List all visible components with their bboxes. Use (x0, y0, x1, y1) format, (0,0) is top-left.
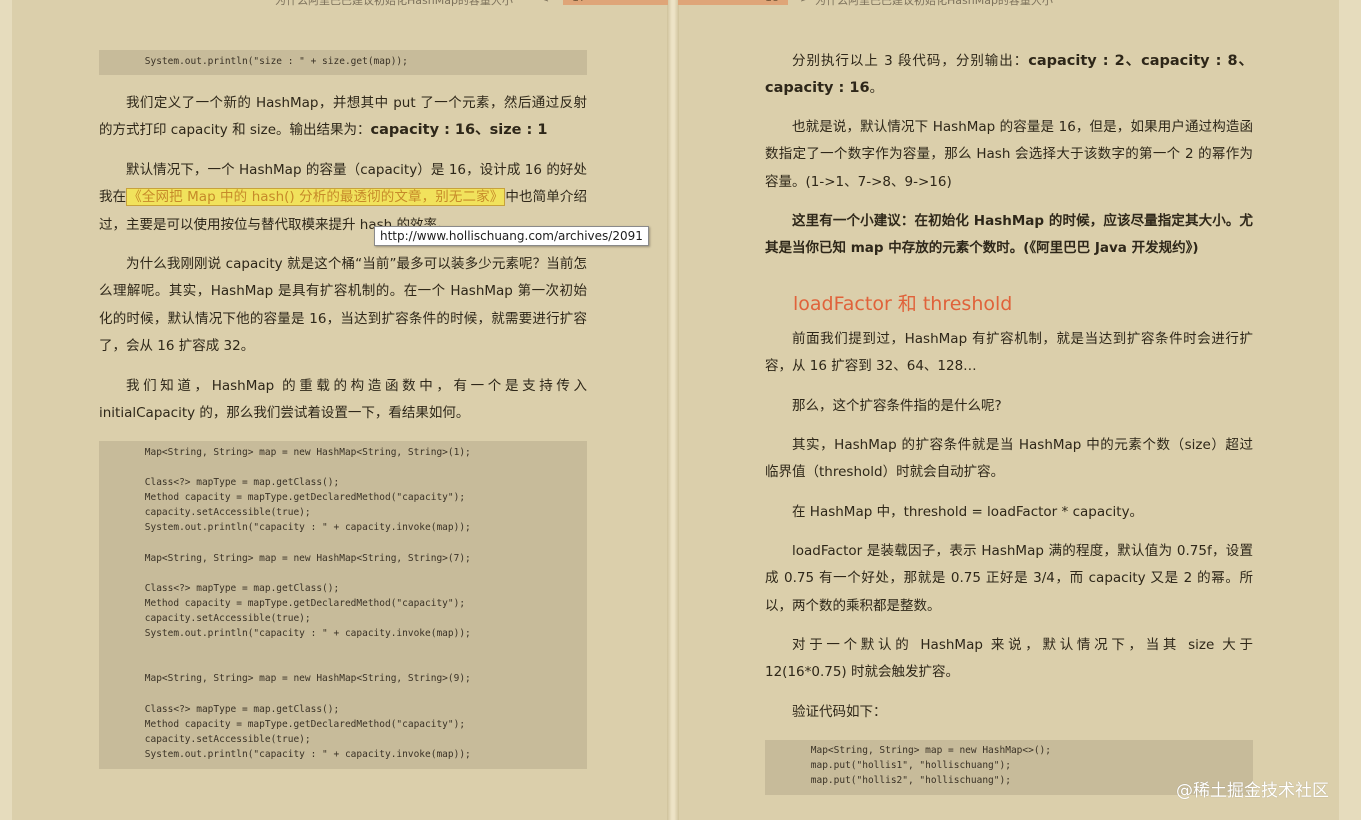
paragraph: 对于一个默认的 HashMap 来说，默认情况下，当其 size 大于 12(1… (765, 637, 1253, 681)
paragraph: 在 HashMap 中，threshold = loadFactor * cap… (792, 504, 1144, 520)
paragraph: 其实，HashMap 的扩容条件就是当 HashMap 中的元素个数（size）… (765, 437, 1253, 481)
left-page-number: 17 (572, 0, 586, 4)
section-heading: loadFactor 和 threshold (793, 293, 1013, 315)
paragraph: loadFactor 是装载因子，表示 HashMap 满的程度，默认值为 0.… (765, 543, 1253, 614)
left-margin (0, 0, 12, 820)
code-block-size: System.out.println("size : " + size.get(… (99, 50, 587, 75)
paragraph: 我们知道，HashMap 的重载的构造函数中，有一个是支持传入 initialC… (99, 378, 587, 422)
paragraph: 验证代码如下： (792, 704, 887, 720)
paragraph: 我们定义了一个新的 HashMap，并想其中 put 了一个元素，然后通过反射的… (99, 90, 587, 145)
link-url-tooltip: http://www.hollischuang.com/archives/209… (374, 226, 649, 246)
paragraph: 那么，这个扩容条件指的是什么呢? (792, 398, 1002, 414)
paragraph-text: 。 (869, 80, 884, 97)
paragraph-text: 分别执行以上 3 段代码，分别输出： (792, 53, 1029, 69)
paragraph: 前面我们提到过，HashMap 有扩容机制，就是当达到扩容条件时会进行扩容，从 … (765, 331, 1253, 375)
header-left-title: 为什么阿里巴巴建议初始化HashMap的容量大小 (275, 0, 513, 7)
tip-paragraph: 这里有一个小建议：在初始化 HashMap 的时候，应该尽量指定其大小。尤其是当… (765, 213, 1253, 257)
article-link[interactable]: 《全网把 Map 中的 hash() 分析的最透彻的文章，别无二家》 (126, 188, 506, 207)
next-page-arrow[interactable]: > (800, 0, 809, 5)
paragraph: 也就是说，默认情况下 HashMap 的容量是 16，但是，如果用户通过构造函数… (765, 119, 1253, 190)
site-watermark: @稀土掘金技术社区 (1176, 781, 1329, 801)
book-spine (667, 0, 679, 820)
right-page-number: 18 (765, 0, 779, 4)
output-result: capacity : 16、size : 1 (370, 122, 548, 139)
header-right-title: 为什么阿里巴巴建议初始化HashMap的容量大小 (815, 0, 1053, 7)
prev-page-arrow[interactable]: < (540, 0, 549, 5)
right-margin (1339, 0, 1361, 820)
paragraph: 分别执行以上 3 段代码，分别输出：capacity : 2、capacity … (765, 48, 1253, 103)
code-block-capacity: Map<String, String> map = new HashMap<St… (99, 441, 587, 769)
paragraph: 为什么我刚刚说 capacity 就是这个桶“当前”最多可以装多少元素呢？当前怎… (99, 256, 587, 355)
